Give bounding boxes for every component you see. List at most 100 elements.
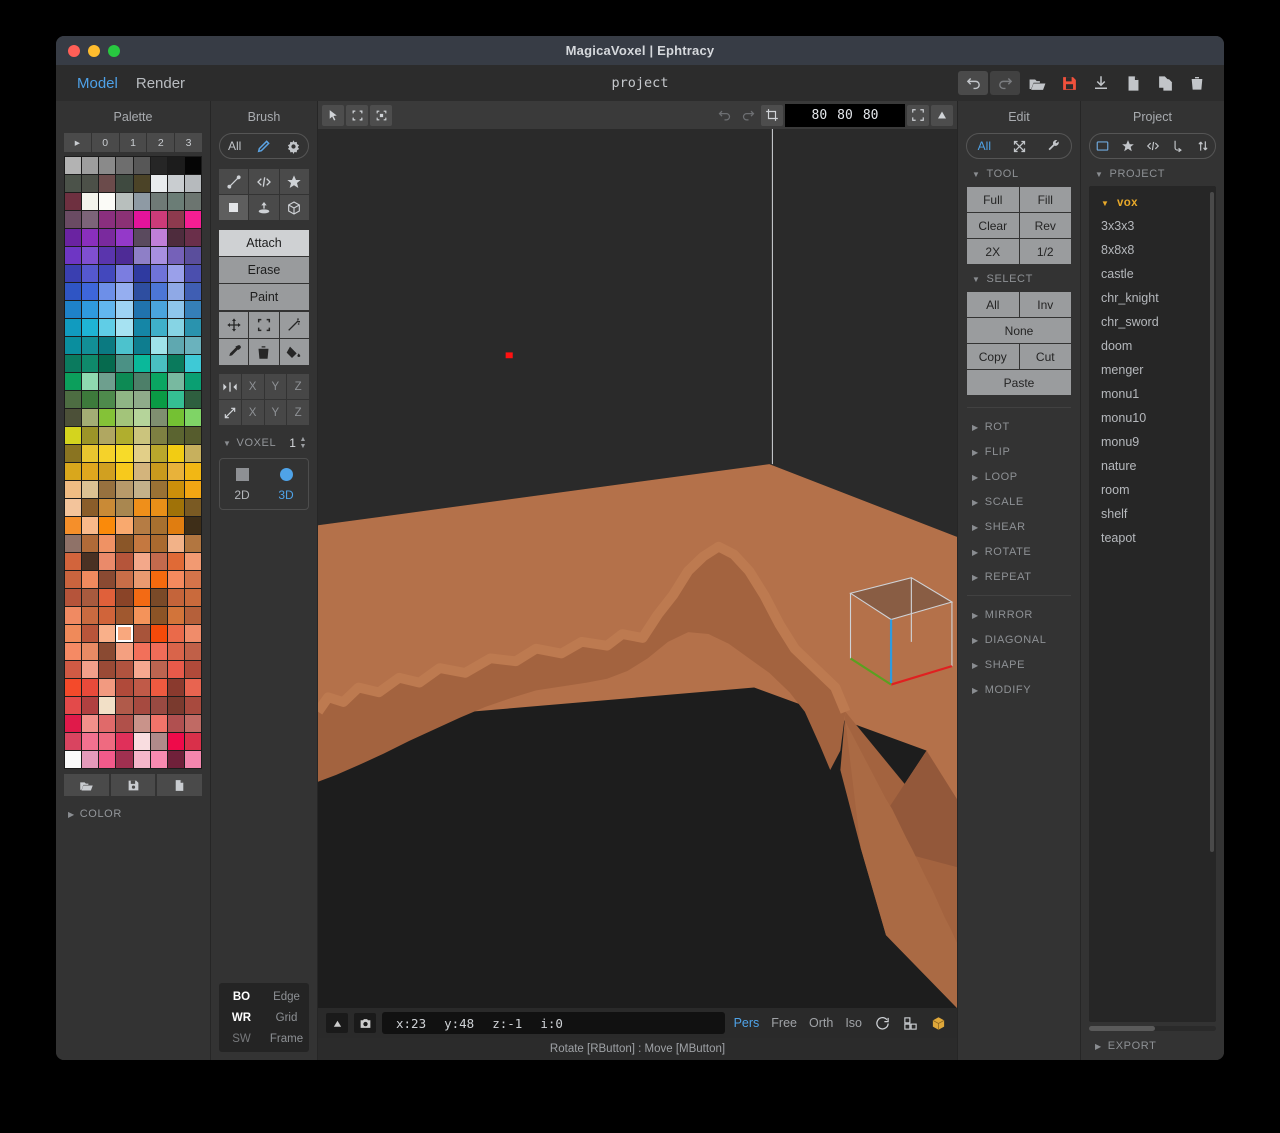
palette-swatch[interactable] [184,643,201,660]
palette-swatch[interactable] [133,733,150,750]
palette-swatch[interactable] [184,283,201,300]
cursor-icon[interactable] [322,104,344,126]
palette-swatch[interactable] [82,571,99,588]
menu-render[interactable]: Render [127,75,194,92]
palette-swatch[interactable] [99,751,116,768]
palette-swatch[interactable] [150,661,167,678]
view-mode-free[interactable]: Free [768,1016,800,1030]
palette-swatch[interactable] [133,391,150,408]
select-section-header[interactable]: ▼ SELECT [958,264,1080,285]
palette-swatch[interactable] [133,175,150,192]
palette-swatch[interactable] [65,553,82,570]
mirror-z-button[interactable]: Z [287,374,309,399]
palette-swatch[interactable] [116,589,133,606]
palette-swatch[interactable] [65,427,82,444]
palette-swatch[interactable] [65,193,82,210]
toggle-sw[interactable]: SW [219,1028,264,1049]
bucket-fill-icon[interactable] [279,339,309,365]
brush-icon[interactable] [249,134,278,158]
palette-swatch[interactable] [65,283,82,300]
tool-half-button[interactable]: 1/2 [1019,239,1071,264]
select-inv-button[interactable]: Inv [1019,292,1071,317]
open-folder-icon[interactable] [1022,71,1052,95]
palette-swatch[interactable] [184,733,201,750]
star-icon[interactable] [1115,134,1140,158]
palette-swatch[interactable] [99,625,116,642]
toggle-edge[interactable]: Edge [264,986,309,1007]
project-file-item[interactable]: monu10 [1089,406,1216,430]
palette-swatch[interactable] [133,409,150,426]
palette-swatch[interactable] [82,445,99,462]
palette-swatch[interactable] [99,355,116,372]
palette-swatch[interactable] [133,535,150,552]
palette-swatch[interactable] [65,589,82,606]
voxel-stepper[interactable]: ▲ ▼ [299,436,307,450]
edit-section-loop[interactable]: ▶ LOOP [958,458,1080,483]
palette-swatch[interactable] [116,175,133,192]
wrench-icon[interactable] [1036,134,1071,158]
project-file-item[interactable]: doom [1089,334,1216,358]
palette-swatch[interactable] [133,553,150,570]
crop-icon[interactable] [761,104,783,126]
palette-swatch[interactable] [65,175,82,192]
palette-swatch[interactable] [99,175,116,192]
palette-swatch[interactable] [116,427,133,444]
mirror-y-button[interactable]: Y [264,374,287,399]
palette-swatch[interactable] [150,283,167,300]
trash-icon[interactable] [1182,71,1212,95]
palette-swatch[interactable] [116,499,133,516]
palette-swatch[interactable] [133,247,150,264]
palette-swatch[interactable] [99,157,116,174]
2d-indicator[interactable] [220,468,264,481]
palette-swatch[interactable] [65,463,82,480]
palette-swatch[interactable] [133,481,150,498]
palette-swatch[interactable] [99,409,116,426]
palette-swatch[interactable] [150,409,167,426]
voxel-icon[interactable] [219,195,249,220]
tool-section-header[interactable]: ▼ TOOL [958,159,1080,180]
palette-swatch[interactable] [116,229,133,246]
tool-fill-button[interactable]: Fill [1019,187,1071,212]
palette-swatch[interactable] [184,211,201,228]
palette-swatch[interactable] [99,193,116,210]
project-file-item[interactable]: nature [1089,454,1216,478]
edit-section-shear[interactable]: ▶ SHEAR [958,508,1080,533]
palette-swatch[interactable] [99,499,116,516]
pattern-icon[interactable] [249,195,279,220]
palette-swatch[interactable] [184,517,201,534]
palette-swatch[interactable] [65,265,82,282]
edit-section-diagonal[interactable]: ▶ DIAGONAL [958,621,1080,646]
palette-swatch[interactable] [167,283,184,300]
palette-swatch[interactable] [167,589,184,606]
marquee-select-icon[interactable] [346,104,368,126]
palette-swatch[interactable] [82,517,99,534]
palette-swatch[interactable] [184,445,201,462]
palette-swatch[interactable] [150,517,167,534]
palette-swatch[interactable] [167,571,184,588]
palette-swatch[interactable] [184,247,201,264]
palette-swatch[interactable] [133,211,150,228]
palette-swatch[interactable] [99,553,116,570]
folder-icon[interactable] [1090,134,1115,158]
palette-swatch[interactable] [99,337,116,354]
tool-rev-button[interactable]: Rev [1019,213,1071,238]
palette-swatch[interactable] [167,337,184,354]
palette-swatch[interactable] [116,463,133,480]
palette-swatch[interactable] [150,499,167,516]
palette-swatch[interactable] [150,427,167,444]
palette-swatch[interactable] [150,301,167,318]
palette-swatch[interactable] [167,211,184,228]
palette-swatch[interactable] [116,571,133,588]
palette-swatch[interactable] [65,499,82,516]
palette-swatch[interactable] [65,625,82,642]
duplicate-icon[interactable] [1150,71,1180,95]
palette-swatch[interactable] [99,373,116,390]
edit-section-rotate[interactable]: ▶ ROTATE [958,533,1080,558]
palette-swatch[interactable] [82,175,99,192]
palette-swatch[interactable] [150,211,167,228]
palette-tab-arrow[interactable]: ▸ [64,133,91,152]
palette-swatch[interactable] [150,193,167,210]
palette-swatch[interactable] [150,265,167,282]
palette-swatch[interactable] [150,643,167,660]
toggle-frame[interactable]: Frame [264,1028,309,1049]
